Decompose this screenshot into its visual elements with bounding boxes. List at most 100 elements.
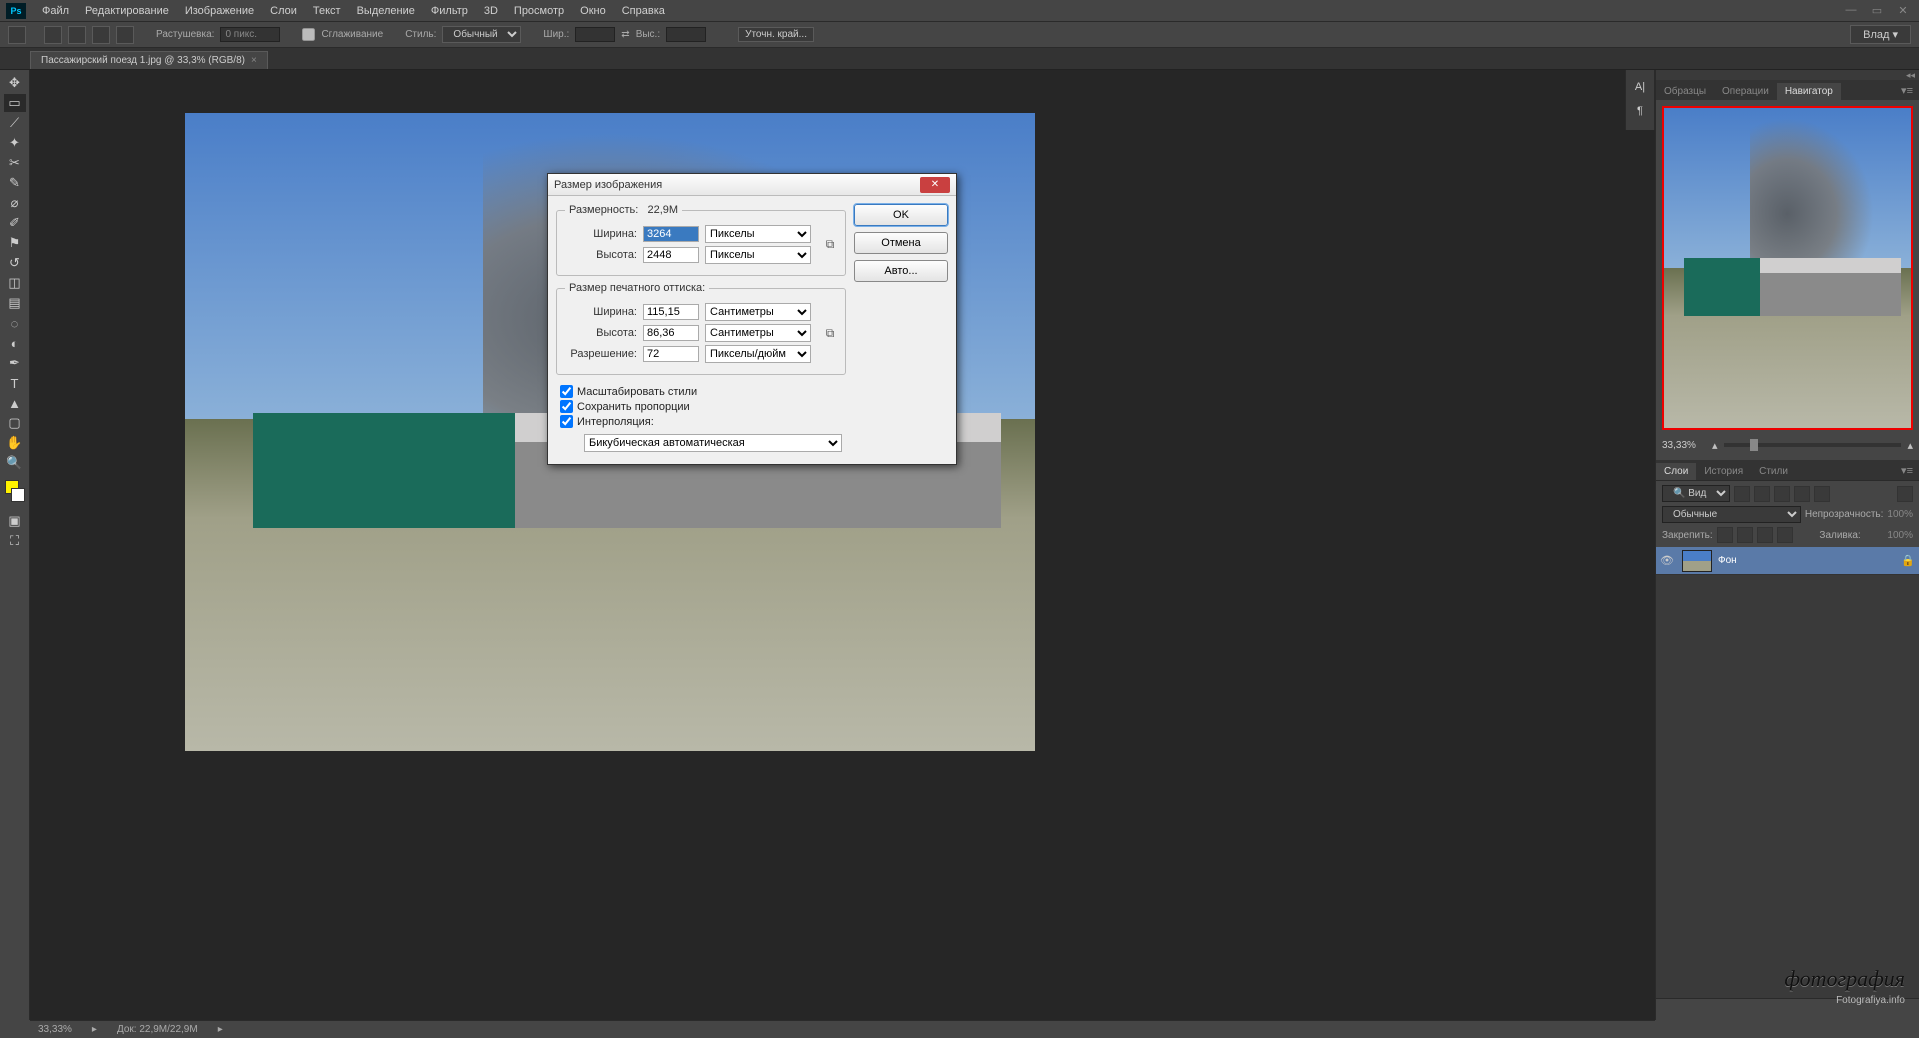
px-height-input[interactable] xyxy=(643,247,699,263)
lock-position-icon[interactable] xyxy=(1757,527,1773,543)
status-zoom[interactable]: 33,33% xyxy=(38,1024,72,1035)
menu-window[interactable]: Окно xyxy=(572,2,614,20)
dialog-titlebar[interactable]: Размер изображения ✕ xyxy=(548,174,956,196)
layer-row[interactable]: 👁 Фон 🔒 xyxy=(1656,547,1919,575)
cancel-button[interactable]: Отмена xyxy=(854,232,948,254)
layer-name[interactable]: Фон xyxy=(1718,555,1737,566)
navigator-thumbnail[interactable] xyxy=(1662,106,1913,430)
menu-filter[interactable]: Фильтр xyxy=(423,2,476,20)
tab-history[interactable]: История xyxy=(1696,463,1751,480)
pen-tool-icon[interactable]: ✒ xyxy=(4,354,26,372)
feather-input[interactable] xyxy=(220,27,280,42)
filter-adjust-icon[interactable] xyxy=(1754,486,1770,502)
minimize-icon[interactable]: — xyxy=(1841,4,1861,18)
background-color[interactable] xyxy=(11,488,25,502)
screenmode-icon[interactable]: ⛶ xyxy=(4,532,26,550)
opacity-value[interactable]: 100% xyxy=(1887,509,1913,520)
swap-icon[interactable]: ⇄ xyxy=(621,29,629,40)
visibility-icon[interactable]: 👁 xyxy=(1660,554,1676,567)
tab-styles[interactable]: Стили xyxy=(1751,463,1796,480)
brush-tool-icon[interactable]: ✐ xyxy=(4,214,26,232)
px-width-input[interactable] xyxy=(643,226,699,242)
filter-shape-icon[interactable] xyxy=(1794,486,1810,502)
layer-thumbnail[interactable] xyxy=(1682,550,1712,572)
menu-type[interactable]: Текст xyxy=(305,2,349,20)
lock-transparent-icon[interactable] xyxy=(1717,527,1733,543)
doc-width-unit[interactable]: Сантиметры xyxy=(705,303,811,321)
tab-close-icon[interactable]: × xyxy=(251,55,257,66)
selection-intersect-icon[interactable] xyxy=(116,26,134,44)
resample-checkbox[interactable]: Интерполяция: xyxy=(560,415,842,428)
fill-value[interactable]: 100% xyxy=(1887,530,1913,541)
blur-tool-icon[interactable]: ◌ xyxy=(4,314,26,332)
type-tool-icon[interactable]: T xyxy=(4,374,26,392)
doc-height-unit[interactable]: Сантиметры xyxy=(705,324,811,342)
filter-type-icon[interactable] xyxy=(1774,486,1790,502)
panel-collapse-bar[interactable]: ◂◂ xyxy=(1656,70,1919,80)
selection-subtract-icon[interactable] xyxy=(92,26,110,44)
lock-pixels-icon[interactable] xyxy=(1737,527,1753,543)
auto-button[interactable]: Авто... xyxy=(854,260,948,282)
interpolation-select[interactable]: Бикубическая автоматическая xyxy=(584,434,842,452)
menu-layer[interactable]: Слои xyxy=(262,2,305,20)
close-icon[interactable]: ✕ xyxy=(1893,4,1913,18)
path-select-tool-icon[interactable]: ▲ xyxy=(4,394,26,412)
width-input[interactable] xyxy=(575,27,615,42)
refine-edge-button[interactable]: Уточн. край... xyxy=(738,27,814,42)
style-select[interactable]: Обычный xyxy=(442,26,521,43)
menu-help[interactable]: Справка xyxy=(614,2,673,20)
history-brush-tool-icon[interactable]: ↺ xyxy=(4,254,26,272)
eyedropper-tool-icon[interactable]: ✎ xyxy=(4,174,26,192)
menu-3d[interactable]: 3D xyxy=(476,2,506,20)
marquee-tool-icon[interactable]: ▭ xyxy=(4,94,26,112)
menu-edit[interactable]: Редактирование xyxy=(77,2,177,20)
hand-tool-icon[interactable]: ✋ xyxy=(4,434,26,452)
ok-button[interactable]: OK xyxy=(854,204,948,226)
height-input[interactable] xyxy=(666,27,706,42)
px-width-unit[interactable]: Пикселы xyxy=(705,225,811,243)
status-arrow-icon[interactable]: ▸ xyxy=(92,1024,97,1035)
scale-styles-checkbox[interactable]: Масштабировать стили xyxy=(560,385,842,398)
constrain-link-icon[interactable]: ⧉ xyxy=(823,237,837,252)
shape-tool-icon[interactable]: ▢ xyxy=(4,414,26,432)
zoom-tool-icon[interactable]: 🔍 xyxy=(4,454,26,472)
menu-select[interactable]: Выделение xyxy=(349,2,423,20)
move-tool-icon[interactable]: ✥ xyxy=(4,74,26,92)
zoom-out-icon[interactable]: ▴ xyxy=(1712,439,1718,452)
healing-tool-icon[interactable]: ⌀ xyxy=(4,194,26,212)
stamp-tool-icon[interactable]: ⚑ xyxy=(4,234,26,252)
character-panel-icon[interactable]: A| xyxy=(1631,78,1649,96)
antialias-checkbox[interactable] xyxy=(302,28,315,41)
lock-all-icon[interactable] xyxy=(1777,527,1793,543)
filter-pixel-icon[interactable] xyxy=(1734,486,1750,502)
dodge-tool-icon[interactable]: ◐ xyxy=(4,334,26,352)
menu-file[interactable]: Файл xyxy=(34,2,77,20)
tab-swatches[interactable]: Образцы xyxy=(1656,83,1714,100)
status-doc-info[interactable]: Док: 22,9M/22,9M xyxy=(117,1024,198,1035)
filter-smart-icon[interactable] xyxy=(1814,486,1830,502)
maximize-icon[interactable]: ▭ xyxy=(1867,4,1887,18)
panel-menu-icon[interactable]: ▾≡ xyxy=(1895,461,1919,480)
resolution-unit[interactable]: Пикселы/дюйм xyxy=(705,345,811,363)
resolution-input[interactable] xyxy=(643,346,699,362)
crop-tool-icon[interactable]: ✂ xyxy=(4,154,26,172)
tab-actions[interactable]: Операции xyxy=(1714,83,1777,100)
tab-navigator[interactable]: Навигатор xyxy=(1777,83,1841,100)
layer-filter-kind[interactable]: 🔍 Вид xyxy=(1662,485,1730,502)
px-height-unit[interactable]: Пикселы xyxy=(705,246,811,264)
eraser-tool-icon[interactable]: ◫ xyxy=(4,274,26,292)
wand-tool-icon[interactable]: ✦ xyxy=(4,134,26,152)
tab-layers[interactable]: Слои xyxy=(1656,463,1696,480)
lasso-tool-icon[interactable]: ⟋ xyxy=(4,114,26,132)
constrain-checkbox[interactable]: Сохранить пропорции xyxy=(560,400,842,413)
dialog-close-icon[interactable]: ✕ xyxy=(920,177,950,193)
zoom-in-icon[interactable]: ▴ xyxy=(1907,439,1913,452)
filter-toggle-icon[interactable] xyxy=(1897,486,1913,502)
blend-mode-select[interactable]: Обычные xyxy=(1662,506,1801,523)
navigator-zoom-slider[interactable] xyxy=(1724,443,1902,447)
menu-image[interactable]: Изображение xyxy=(177,2,262,20)
constrain-link-icon[interactable]: ⧉ xyxy=(823,326,837,341)
document-tab[interactable]: Пассажирский поезд 1.jpg @ 33,3% (RGB/8)… xyxy=(30,51,268,69)
menu-view[interactable]: Просмотр xyxy=(506,2,572,20)
paragraph-panel-icon[interactable]: ¶ xyxy=(1631,102,1649,120)
